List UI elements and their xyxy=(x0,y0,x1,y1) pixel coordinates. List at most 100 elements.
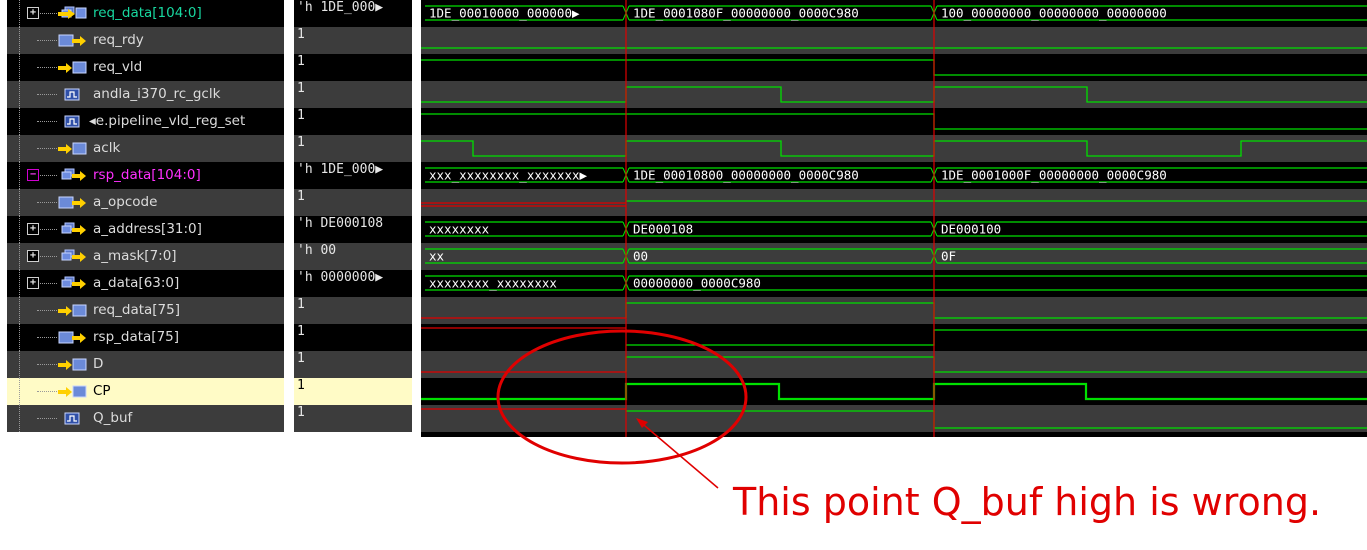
signal-row[interactable]: CP xyxy=(7,378,284,405)
tree-branch xyxy=(37,310,57,311)
wave-row-bg xyxy=(421,135,1367,162)
signal-row[interactable]: req_data[75] xyxy=(7,297,284,324)
signal-type-icon xyxy=(57,303,87,318)
signal-name-pane: + req_data[104:0] req_rdy req_vld andla_i370… xyxy=(7,0,284,440)
signal-row[interactable]: rsp_data[75] xyxy=(7,324,284,351)
signal-name: req_data[104:0] xyxy=(93,5,202,21)
tree-branch xyxy=(37,202,57,203)
tree-branch xyxy=(37,229,57,230)
expand-toggle[interactable]: + xyxy=(27,250,39,262)
tree-connector xyxy=(19,216,20,243)
signal-row[interactable]: req_vld xyxy=(7,54,284,81)
tree-connector xyxy=(19,189,20,216)
expand-toggle[interactable]: + xyxy=(27,7,39,19)
signal-name: rsp_data[104:0] xyxy=(93,167,201,183)
value-row: 1 xyxy=(294,297,412,324)
signal-type-icon xyxy=(57,141,87,156)
tree-branch xyxy=(37,337,57,338)
bus-value-label: xxx_xxxxxxxx_xxxxxxx▶ xyxy=(429,168,588,183)
signal-row[interactable]: a_opcode xyxy=(7,189,284,216)
signal-type-icon xyxy=(57,195,87,210)
bus-value-label: DE000100 xyxy=(941,222,1001,237)
signal-type-icon xyxy=(57,33,87,48)
signal-row[interactable]: + a_data[63:0] xyxy=(7,270,284,297)
signal-row[interactable]: + req_data[104:0] xyxy=(7,0,284,27)
tree-connector xyxy=(19,135,20,162)
signal-row[interactable]: ◂e.pipeline_vld_reg_set xyxy=(7,108,284,135)
expand-toggle[interactable]: − xyxy=(27,169,39,181)
tree-branch xyxy=(37,283,57,284)
value-row: 'h 0000000▶ xyxy=(294,270,412,297)
tree-connector xyxy=(19,270,20,297)
bus-value-label: 1DE_00010800_00000000_0000C980 xyxy=(633,168,859,183)
wave-row-bg xyxy=(421,297,1367,324)
tree-branch xyxy=(37,391,57,392)
signal-value: 1 xyxy=(297,324,305,339)
signal-name: a_address[31:0] xyxy=(93,221,202,237)
signal-row[interactable]: req_rdy xyxy=(7,27,284,54)
bus-value-label: xxxxxxxx xyxy=(429,222,490,237)
signal-value: 1 xyxy=(297,378,305,393)
signal-value: 1 xyxy=(297,297,305,312)
wave-row-bg xyxy=(421,81,1367,108)
signal-type-icon xyxy=(57,411,87,426)
signal-name: a_data[63:0] xyxy=(93,275,180,291)
signal-row[interactable]: Q_buf xyxy=(7,405,284,432)
signal-row[interactable]: − rsp_data[104:0] xyxy=(7,162,284,189)
tree-branch xyxy=(37,94,57,95)
tree-branch xyxy=(37,40,57,41)
signal-name: ◂e.pipeline_vld_reg_set xyxy=(89,113,246,129)
signal-value: 'h 0000000▶ xyxy=(297,270,384,285)
wave-row-bg xyxy=(421,270,1367,297)
signal-row[interactable]: andla_i370_rc_gclk xyxy=(7,81,284,108)
tree-connector xyxy=(19,0,20,27)
tree-branch xyxy=(37,418,57,419)
waveform-canvas: 1DE_00010000_000000▶ 1DE_0001080F_0000000… xyxy=(421,0,1367,437)
tree-connector xyxy=(19,54,20,81)
tree-connector xyxy=(19,351,20,378)
waveform-pane[interactable]: 1DE_00010000_000000▶ 1DE_0001080F_0000000… xyxy=(421,0,1367,437)
signal-value: 1 xyxy=(297,27,305,42)
annotation-text: This point Q_buf high is wrong. xyxy=(733,480,1322,524)
value-row: 1 xyxy=(294,135,412,162)
signal-name: req_vld xyxy=(93,59,143,75)
signal-value: 1 xyxy=(297,108,305,123)
tree-branch xyxy=(37,175,57,176)
signal-value: 'h DE000108 xyxy=(297,216,384,231)
signal-row[interactable]: + a_address[31:0] xyxy=(7,216,284,243)
expand-toggle[interactable]: + xyxy=(27,277,39,289)
signal-name: aclk xyxy=(93,140,121,156)
wave-row-bg xyxy=(421,216,1367,243)
tree-branch xyxy=(37,13,57,14)
value-row: 1 xyxy=(294,405,412,432)
signal-value: 1 xyxy=(297,135,305,150)
value-row: 1 xyxy=(294,351,412,378)
signal-value: 1 xyxy=(297,189,305,204)
signal-type-icon xyxy=(57,249,87,264)
signal-row[interactable]: + a_mask[7:0] xyxy=(7,243,284,270)
signal-name: a_mask[7:0] xyxy=(93,248,177,264)
signal-name: D xyxy=(93,356,104,372)
expand-toggle[interactable]: + xyxy=(27,223,39,235)
signal-type-icon xyxy=(57,222,87,237)
signal-type-icon xyxy=(57,330,87,345)
signal-type-icon xyxy=(57,60,87,75)
tree-branch xyxy=(37,256,57,257)
signal-name: rsp_data[75] xyxy=(93,329,180,345)
signal-value-pane: 'h 1DE_000▶ 1 1 1 1 1 'h 1DE_000▶ 1 'h DE000108 '… xyxy=(294,0,412,440)
tree-connector xyxy=(19,405,20,432)
bus-value-label: 1DE_0001000F_00000000_0000C980 xyxy=(941,168,1167,183)
signal-row[interactable]: D xyxy=(7,351,284,378)
value-row: 1 xyxy=(294,108,412,135)
signal-row[interactable]: aclk xyxy=(7,135,284,162)
bus-value-label: xx xyxy=(429,249,445,264)
signal-name: andla_i370_rc_gclk xyxy=(93,86,221,102)
tree-connector xyxy=(19,243,20,270)
signal-name: req_data[75] xyxy=(93,302,180,318)
wave-row-bg xyxy=(421,27,1367,54)
tree-branch xyxy=(37,67,57,68)
bus-value-label: 1DE_0001080F_00000000_0000C980 xyxy=(633,6,859,21)
bus-value-label: DE000108 xyxy=(633,222,693,237)
signal-type-icon xyxy=(57,384,87,399)
signal-value: 1 xyxy=(297,405,305,420)
